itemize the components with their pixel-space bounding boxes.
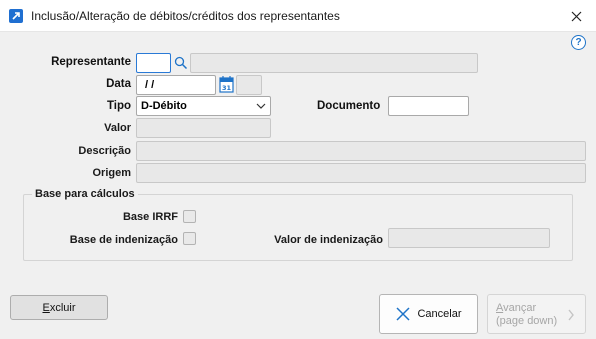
search-icon[interactable] (174, 56, 188, 73)
cancelar-label: Cancelar (417, 308, 462, 320)
calendar-icon[interactable]: 31 (219, 75, 234, 96)
base-irrf-checkbox[interactable] (183, 210, 196, 223)
title-bar: Inclusão/Alteração de débitos/créditos d… (0, 0, 596, 32)
excluir-label: xcluir (49, 301, 76, 314)
base-indenizacao-label: Base de indenização (69, 234, 178, 246)
tipo-select[interactable]: D-Débito (136, 96, 271, 116)
valor-label: Valor (104, 122, 131, 134)
svg-text:31: 31 (222, 84, 232, 92)
tipo-selected-value: D-Débito (141, 100, 187, 112)
base-calculos-title: Base para cálculos (32, 188, 138, 200)
window-title: Inclusão/Alteração de débitos/créditos d… (31, 9, 340, 23)
documento-label: Documento (317, 100, 381, 112)
tipo-label: Tipo (106, 100, 131, 112)
origem-label: Origem (92, 167, 131, 179)
base-indenizacao-checkbox[interactable] (183, 232, 196, 245)
representante-code-input[interactable] (136, 53, 171, 73)
avancar-button[interactable]: Avançar (page down) (487, 294, 586, 334)
valor-field (136, 118, 271, 138)
avancar-label: vançar (503, 302, 537, 314)
dialog-body (0, 32, 596, 339)
representante-name-field (190, 53, 478, 73)
data-extra-field (236, 75, 262, 95)
chevron-right-icon (568, 309, 574, 321)
descricao-label: Descrição (78, 145, 131, 157)
data-input[interactable]: / / (136, 75, 216, 95)
documento-input[interactable] (388, 96, 469, 116)
excluir-button[interactable]: Excluir (10, 295, 108, 320)
cancel-x-icon (396, 307, 411, 321)
valor-indenizacao-field (388, 228, 550, 248)
avancar-label-wrap: Avançar (496, 302, 536, 315)
valor-indenizacao-label: Valor de indenização (274, 234, 383, 246)
excluir-mnemonic: E (42, 301, 50, 314)
chevron-down-icon (256, 103, 266, 109)
cancelar-button[interactable]: Cancelar (379, 294, 478, 334)
help-icon[interactable]: ? (571, 35, 586, 50)
data-label: Data (106, 78, 131, 90)
app-arrow-icon (9, 9, 23, 23)
origem-field (136, 163, 586, 183)
avancar-sublabel: (page down) (496, 315, 558, 327)
base-irrf-label: Base IRRF (122, 211, 178, 223)
descricao-field (136, 141, 586, 161)
close-button[interactable] (556, 0, 596, 32)
representante-label: Representante (51, 56, 131, 68)
close-icon (571, 11, 581, 21)
